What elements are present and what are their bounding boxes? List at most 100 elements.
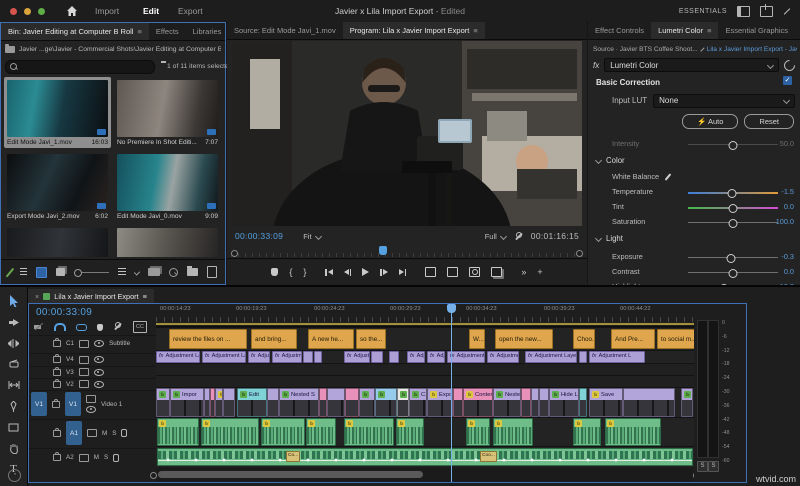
adjustment-layer-clip[interactable] — [314, 351, 322, 363]
adjustment-layer-clip[interactable]: fx Adjustment Layer — [525, 351, 577, 363]
sort-chevron-icon[interactable] — [133, 268, 141, 276]
lock-icon[interactable] — [53, 452, 61, 461]
clip-name[interactable]: No Premiere In Shot Editi... — [117, 139, 197, 146]
menu-edit[interactable]: Edit — [143, 0, 159, 22]
slider-value[interactable]: 0.0 — [784, 202, 794, 211]
clip-thumbnail[interactable] — [7, 80, 108, 137]
toggle-track-output-icon[interactable] — [86, 406, 96, 413]
video-clip[interactable]: fxC13 — [409, 388, 427, 417]
track-badge-icon[interactable] — [79, 339, 90, 348]
zoom-window-button[interactable] — [38, 8, 45, 15]
input-lut-dropdown[interactable]: None — [653, 93, 795, 108]
share-icon[interactable] — [760, 3, 773, 17]
minimize-window-button[interactable] — [24, 8, 31, 15]
toggle-track-output-icon[interactable] — [93, 368, 104, 376]
clip-thumbnail[interactable] — [117, 228, 218, 257]
track-badge-icon[interactable] — [78, 355, 89, 364]
icon-view-icon[interactable] — [36, 266, 48, 278]
track-header-c1[interactable]: C1 Subtitle — [29, 335, 156, 351]
tab-bin[interactable]: Bin: Javier Editing at Computer B Roll ≡ — [1, 23, 149, 40]
slider-knob[interactable] — [728, 204, 738, 213]
menu-import[interactable]: Import — [95, 0, 119, 22]
pen-tool[interactable] — [8, 400, 20, 412]
track-header-v2[interactable]: V2 — [29, 378, 156, 389]
navigate-up-icon[interactable] — [5, 44, 15, 53]
video-clip[interactable] — [319, 388, 327, 417]
video-clip[interactable]: fx — [215, 388, 223, 417]
adjustment-layer-clip[interactable]: fx Adjustme — [487, 351, 519, 363]
audio-clip[interactable]: fx — [261, 418, 305, 446]
audio-clip[interactable]: fx — [466, 418, 490, 446]
lock-icon[interactable] — [53, 427, 61, 437]
audio-clip[interactable]: fx — [605, 418, 661, 446]
rectangle-tool[interactable] — [8, 421, 20, 433]
video-clip[interactable]: fxNested S — [279, 388, 319, 417]
lumetri-sequence-name[interactable]: Lila x Javier Import Export - Jav... — [707, 46, 797, 53]
mic-icon[interactable] — [113, 453, 120, 462]
slider-value[interactable]: -0.3 — [781, 252, 794, 261]
comparison-view-icon[interactable] — [491, 267, 503, 277]
track-badge-icon[interactable] — [87, 429, 97, 437]
selection-tool[interactable] — [8, 295, 20, 307]
track-header-v4[interactable]: V4 — [29, 353, 156, 365]
video-clip[interactable] — [579, 388, 587, 417]
track-header-v3[interactable]: V3 — [29, 366, 156, 377]
intensity-slider[interactable] — [688, 141, 778, 150]
source-patch-v1[interactable]: V1 — [31, 392, 47, 416]
settings-wrench-icon[interactable] — [514, 231, 523, 241]
auto-button[interactable]: ⚡ Auto — [681, 114, 739, 129]
track-a2[interactable]: Co... Coo... — [156, 446, 694, 467]
step-back-icon[interactable] — [343, 268, 352, 276]
adjustment-layer-clip[interactable] — [579, 351, 587, 363]
toggle-track-output-icon[interactable] — [94, 340, 105, 347]
video-clip[interactable] — [223, 388, 235, 417]
subtitle-clip[interactable]: Choo... — [573, 329, 595, 349]
export-frame-icon[interactable] — [469, 267, 481, 277]
extract-icon[interactable] — [447, 267, 459, 277]
fullscreen-icon[interactable] — [783, 7, 792, 16]
video-clip[interactable]: fx — [681, 388, 693, 417]
track-v1[interactable]: fxfxImporfxfxEditfxNested SfxfxfxfxC13fx… — [156, 387, 694, 417]
adjustment-layer-clip[interactable]: fx Adjustment L — [589, 351, 645, 363]
adjustment-layer-clip[interactable] — [371, 351, 383, 363]
slip-tool[interactable] — [8, 379, 20, 391]
effect-select-dropdown[interactable]: Lumetri Color — [604, 58, 779, 72]
solo-button[interactable]: S — [104, 454, 108, 461]
video-clip[interactable] — [327, 388, 345, 417]
clip-marker-badge[interactable]: Co... — [286, 451, 301, 462]
mark-in-icon[interactable]: { — [289, 267, 292, 277]
lumetri-source-clip[interactable]: Source · Javier BTS Coffee Shoot... — [593, 46, 698, 53]
slider-knob[interactable] — [728, 141, 738, 150]
zoom-level-dropdown[interactable]: Fit — [303, 232, 322, 241]
workspace-icon[interactable] — [737, 5, 750, 17]
lock-icon[interactable] — [52, 398, 60, 408]
go-to-in-icon[interactable] — [325, 268, 333, 276]
exposure-slider[interactable] — [688, 254, 778, 263]
basic-correction-header[interactable]: Basic Correction — [596, 78, 660, 87]
bin-clip-item[interactable] — [114, 225, 221, 257]
audio-clip[interactable]: fx — [306, 418, 336, 446]
reset-button[interactable]: Reset — [744, 114, 794, 129]
clip-thumbnail[interactable] — [7, 154, 108, 211]
close-sequence-icon[interactable]: × — [35, 292, 39, 301]
video-clip[interactable] — [623, 388, 675, 417]
panel-menu-icon[interactable]: ≡ — [707, 26, 711, 35]
tab-libraries[interactable]: Libraries — [186, 23, 229, 40]
bin-search-input[interactable] — [5, 59, 155, 74]
adjustment-layer-clip[interactable]: fx Adjust — [344, 351, 370, 363]
tab-program-monitor[interactable]: Program: Lila x Javier Import Export ≡ — [342, 22, 485, 39]
subtitle-clip[interactable]: open the new... — [495, 329, 553, 349]
lock-icon[interactable] — [53, 354, 61, 363]
adjustment-layer-clip[interactable]: fx Adjustment L — [447, 351, 485, 363]
video-clip[interactable] — [531, 388, 539, 417]
tint-slider[interactable] — [688, 204, 778, 213]
video-clip[interactable]: fxContent — [463, 388, 493, 417]
mic-icon[interactable] — [121, 429, 128, 437]
scrub-end-handle[interactable] — [576, 250, 583, 257]
adjustment-layer-clip[interactable]: fx Adju — [407, 351, 425, 363]
mark-out-icon[interactable]: } — [303, 267, 306, 277]
close-window-button[interactable] — [10, 8, 17, 15]
track-header-v1[interactable]: V1 V1 Video 1 — [29, 390, 156, 417]
adjustment-layer-clip[interactable]: fx Adjustment La — [156, 351, 200, 363]
clip-name[interactable]: Edit Mode Javi_0.mov — [117, 213, 182, 220]
